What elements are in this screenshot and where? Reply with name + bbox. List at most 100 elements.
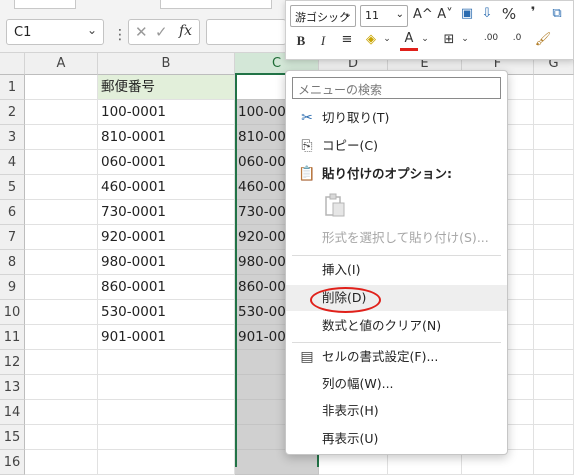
- cell-a12[interactable]: [25, 350, 98, 375]
- cell-b16[interactable]: [98, 450, 235, 475]
- cell-b3[interactable]: 810-0001: [98, 125, 235, 150]
- cell-b13[interactable]: [98, 375, 235, 400]
- accounting-format-icon[interactable]: ⇩: [478, 6, 496, 21]
- menu-search-input[interactable]: メニューの検索: [292, 77, 501, 99]
- cell-b2[interactable]: 100-0001: [98, 100, 235, 125]
- cell-b8[interactable]: 980-0001: [98, 250, 235, 275]
- cell-g6[interactable]: [534, 200, 574, 225]
- row-header[interactable]: 15: [0, 425, 25, 450]
- cell-g8[interactable]: [534, 250, 574, 275]
- cell-b9[interactable]: 860-0001: [98, 275, 235, 300]
- row-header[interactable]: 4: [0, 150, 25, 175]
- cell-g14[interactable]: [534, 400, 574, 425]
- cell-a11[interactable]: [25, 325, 98, 350]
- cell-a1[interactable]: [25, 75, 98, 100]
- more-options-icon[interactable]: ⋮: [113, 27, 127, 43]
- column-header-b[interactable]: B: [98, 53, 235, 75]
- cell-g11[interactable]: [534, 325, 574, 350]
- cell-g9[interactable]: [534, 275, 574, 300]
- cell-g3[interactable]: [534, 125, 574, 150]
- row-header[interactable]: 13: [0, 375, 25, 400]
- row-header[interactable]: 16: [0, 450, 25, 475]
- row-header[interactable]: 9: [0, 275, 25, 300]
- row-header[interactable]: 14: [0, 400, 25, 425]
- menu-item-hide[interactable]: 非表示(H): [286, 398, 507, 424]
- format-painter-icon[interactable]: 🖌: [534, 32, 552, 47]
- cell-b12[interactable]: [98, 350, 235, 375]
- format-table-icon[interactable]: ⧉: [548, 6, 566, 21]
- font-size-select[interactable]: 11 ⌄: [360, 5, 408, 27]
- cell-a14[interactable]: [25, 400, 98, 425]
- menu-item-copy[interactable]: ⎘ コピー(C): [286, 133, 507, 159]
- check-icon[interactable]: ✓: [155, 23, 168, 41]
- row-header[interactable]: 10: [0, 300, 25, 325]
- currency-format-icon[interactable]: ▣: [458, 6, 476, 21]
- align-center-button[interactable]: ≡: [338, 32, 356, 47]
- cell-g12[interactable]: [534, 350, 574, 375]
- cell-b1[interactable]: 郵便番号: [98, 75, 235, 100]
- column-header-a[interactable]: A: [25, 53, 98, 75]
- cell-a16[interactable]: [25, 450, 98, 475]
- cell-g13[interactable]: [534, 375, 574, 400]
- cancel-icon[interactable]: ✕: [135, 23, 148, 41]
- menu-item-insert[interactable]: 挿入(I): [286, 257, 507, 283]
- cell-g16[interactable]: [534, 450, 574, 475]
- font-name-select[interactable]: 游ゴシック ⌄: [290, 5, 356, 27]
- percent-button[interactable]: %: [500, 5, 518, 23]
- bold-button[interactable]: B: [292, 33, 310, 49]
- cell-b15[interactable]: [98, 425, 235, 450]
- cell-b7[interactable]: 920-0001: [98, 225, 235, 250]
- menu-item-column-width[interactable]: 列の幅(W)...: [286, 371, 507, 397]
- cell-a5[interactable]: [25, 175, 98, 200]
- row-header[interactable]: 12: [0, 350, 25, 375]
- cell-a9[interactable]: [25, 275, 98, 300]
- cell-a13[interactable]: [25, 375, 98, 400]
- chevron-down-icon[interactable]: ⌄: [378, 34, 396, 44]
- cell-a2[interactable]: [25, 100, 98, 125]
- cell-a4[interactable]: [25, 150, 98, 175]
- row-header[interactable]: 1: [0, 75, 25, 100]
- menu-item-clear-contents[interactable]: 数式と値のクリア(N): [286, 313, 507, 339]
- row-header[interactable]: 11: [0, 325, 25, 350]
- chevron-down-icon[interactable]: ⌄: [87, 23, 97, 37]
- cell-g15[interactable]: [534, 425, 574, 450]
- row-header[interactable]: 3: [0, 125, 25, 150]
- cell-a7[interactable]: [25, 225, 98, 250]
- row-header[interactable]: 2: [0, 100, 25, 125]
- increase-decimal-button[interactable]: .00: [480, 33, 502, 43]
- chevron-down-icon[interactable]: ⌄: [456, 34, 474, 44]
- menu-item-format-cells[interactable]: ▤ セルの書式設定(F)...: [286, 344, 507, 370]
- cell-g4[interactable]: [534, 150, 574, 175]
- cell-g1[interactable]: [534, 75, 574, 100]
- cell-g2[interactable]: [534, 100, 574, 125]
- formula-input[interactable]: [206, 19, 286, 45]
- comma-style-button[interactable]: ❜: [524, 5, 542, 20]
- menu-item-delete[interactable]: 削除(D): [286, 285, 507, 311]
- shrink-font-button[interactable]: A˅: [436, 7, 454, 22]
- name-box[interactable]: C1 ⌄: [6, 19, 104, 45]
- cell-b10[interactable]: 530-0001: [98, 300, 235, 325]
- chevron-down-icon[interactable]: ⌄: [416, 34, 434, 44]
- cell-g5[interactable]: [534, 175, 574, 200]
- row-header[interactable]: 5: [0, 175, 25, 200]
- cell-b14[interactable]: [98, 400, 235, 425]
- grow-font-button[interactable]: A^: [413, 7, 433, 22]
- cell-a10[interactable]: [25, 300, 98, 325]
- insert-function-button[interactable]: fx: [179, 23, 192, 39]
- row-header[interactable]: 7: [0, 225, 25, 250]
- row-header[interactable]: 6: [0, 200, 25, 225]
- cell-a15[interactable]: [25, 425, 98, 450]
- row-header[interactable]: 8: [0, 250, 25, 275]
- cell-b4[interactable]: 060-0001: [98, 150, 235, 175]
- cell-b5[interactable]: 460-0001: [98, 175, 235, 200]
- menu-item-unhide[interactable]: 再表示(U): [286, 426, 507, 452]
- cell-a3[interactable]: [25, 125, 98, 150]
- paste-icon[interactable]: [324, 193, 346, 219]
- cell-g10[interactable]: [534, 300, 574, 325]
- cell-a6[interactable]: [25, 200, 98, 225]
- menu-item-cut[interactable]: ✂ 切り取り(T): [286, 105, 507, 131]
- italic-button[interactable]: I: [314, 33, 332, 49]
- cell-a8[interactable]: [25, 250, 98, 275]
- cell-b11[interactable]: 901-0001: [98, 325, 235, 350]
- decrease-decimal-button[interactable]: .0: [506, 33, 528, 43]
